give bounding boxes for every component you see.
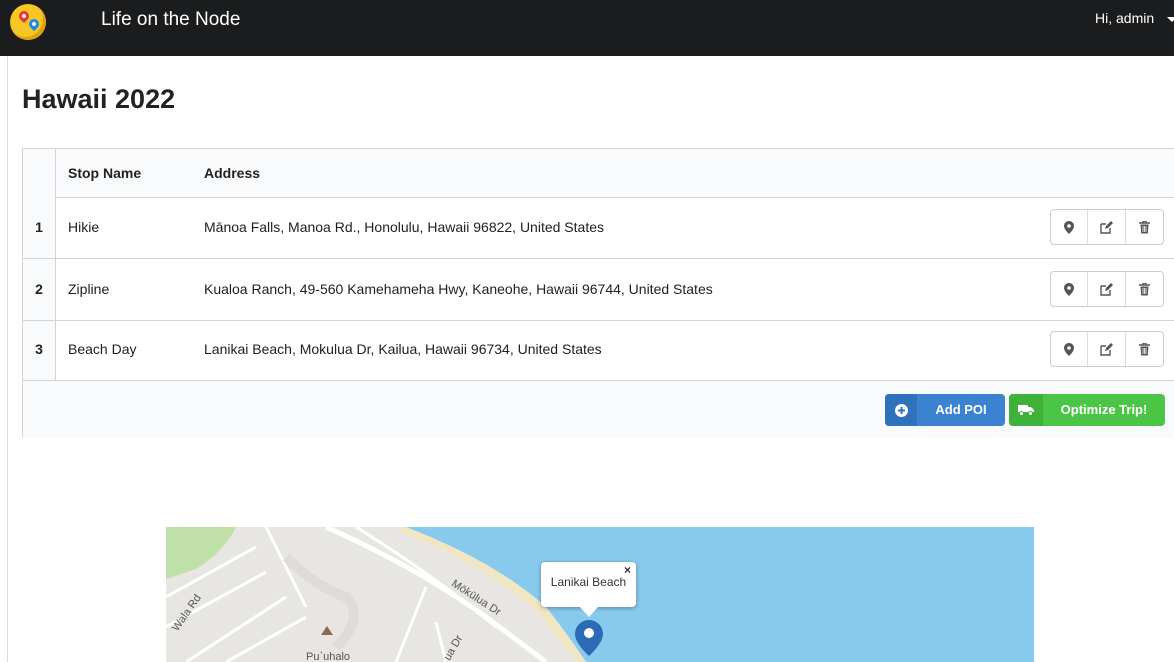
row-actions: [1050, 271, 1164, 307]
truck-icon: [1009, 394, 1043, 426]
optimize-trip-button[interactable]: Optimize Trip!: [1009, 394, 1165, 426]
trash-icon[interactable]: [1126, 210, 1163, 244]
trash-icon[interactable]: [1126, 272, 1163, 306]
map-marker-icon[interactable]: [575, 620, 603, 661]
stops-table: Stop Name Address 1 Hikie Mānoa Falls, M…: [22, 148, 1174, 438]
add-poi-button[interactable]: Add POI: [885, 394, 1005, 426]
sidebar-divider: [7, 56, 8, 662]
stop-address: Mānoa Falls, Manoa Rd., Honolulu, Hawaii…: [204, 219, 604, 235]
row-number: 3: [35, 341, 43, 357]
app-brand-title[interactable]: Life on the Node: [101, 9, 240, 31]
page-title: Hawaii 2022: [22, 84, 176, 114]
table-row: 3 Beach Day Lanikai Beach, Mokulua Dr, K…: [23, 319, 1174, 381]
row-actions: [1050, 209, 1164, 245]
plus-circle-icon: [885, 394, 917, 426]
app-logo-icon[interactable]: [10, 4, 46, 40]
blue-pin-icon: [26, 16, 42, 32]
close-icon[interactable]: ×: [624, 563, 631, 577]
stop-name: Hikie: [68, 219, 100, 235]
stop-address: Lanikai Beach, Mokulua Dr, Kailua, Hawai…: [204, 341, 602, 357]
map-marker-icon[interactable]: [1051, 210, 1089, 244]
edit-icon[interactable]: [1088, 272, 1126, 306]
row-number: 2: [35, 281, 43, 297]
chevron-down-icon[interactable]: [1167, 17, 1174, 22]
add-poi-label: Add POI: [935, 402, 987, 417]
column-header-stop-name: Stop Name: [68, 165, 142, 181]
trash-icon[interactable]: [1126, 332, 1163, 366]
user-menu[interactable]: Hi, admin: [1095, 10, 1154, 26]
row-actions: [1050, 331, 1164, 367]
edit-icon[interactable]: [1088, 332, 1126, 366]
stop-name: Beach Day: [68, 341, 137, 357]
poi-label: Pu`uhalo: [306, 651, 351, 662]
popup-tip: [579, 606, 599, 617]
table-header: Stop Name Address: [23, 149, 1174, 198]
table-row: 2 Zipline Kualoa Ranch, 49-560 Kamehameh…: [23, 259, 1174, 321]
column-divider: [55, 149, 56, 380]
popup-label: Lanikai Beach: [550, 575, 627, 589]
optimize-trip-label: Optimize Trip!: [1060, 402, 1148, 417]
map-marker-icon[interactable]: [1051, 272, 1089, 306]
edit-icon[interactable]: [1088, 210, 1126, 244]
table-row: 1 Hikie Mānoa Falls, Manoa Rd., Honolulu…: [23, 197, 1174, 259]
stop-name: Zipline: [68, 281, 110, 297]
map-popup: Lanikai Beach ×: [541, 562, 636, 617]
map-marker-icon[interactable]: [1051, 332, 1089, 366]
table-footer: Add POI Optimize Trip!: [23, 381, 1174, 438]
row-number: 1: [35, 219, 43, 235]
top-navbar: Life on the Node Hi, admin: [0, 0, 1174, 56]
stop-address: Kualoa Ranch, 49-560 Kamehameha Hwy, Kan…: [204, 281, 713, 297]
column-header-address: Address: [204, 165, 261, 181]
